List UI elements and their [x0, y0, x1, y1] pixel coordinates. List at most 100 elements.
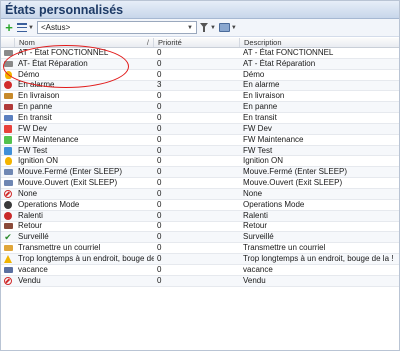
- row-icon-cell: [1, 70, 15, 79]
- row-priority: 0: [157, 243, 162, 253]
- chevron-down-icon: ▼: [28, 24, 34, 31]
- table-row[interactable]: En alarme 3 En alarme: [1, 80, 399, 92]
- table-row[interactable]: FW Test 0 FW Test: [1, 146, 399, 157]
- row-description: AT - État FONCTIONNEL: [243, 47, 334, 57]
- table-row[interactable]: Transmettre un courriel 0 Transmettre un c…: [1, 243, 399, 255]
- row-name: Mouve.Ouvert (Exit SLEEP): [18, 178, 118, 188]
- column-header-name-label: Nom: [19, 38, 35, 47]
- table-row[interactable]: Ralenti 0 Ralenti: [1, 211, 399, 222]
- column-header-priority[interactable]: Priorité: [154, 38, 240, 47]
- row-icon-cell: [1, 81, 15, 90]
- column-header-name[interactable]: Nom /: [15, 38, 154, 47]
- warning-icon: [4, 254, 12, 263]
- row-description: FW Test: [243, 145, 273, 155]
- row-description: En alarme: [243, 80, 280, 90]
- row-description: Ralenti: [243, 210, 268, 220]
- table-row[interactable]: Vendu 0 Vendu: [1, 276, 399, 287]
- row-name: Mouve.Fermé (Enter SLEEP): [18, 167, 123, 177]
- row-name: En livraison: [18, 91, 60, 101]
- square-icon: [4, 135, 12, 144]
- no-entry-icon: [4, 276, 12, 285]
- table-row[interactable]: Ignition ON 0 Ignition ON: [1, 156, 399, 168]
- row-name: None: [18, 188, 38, 198]
- bulb-icon: [4, 157, 12, 166]
- table-row[interactable]: None 0 None: [1, 189, 399, 200]
- row-name: Retour: [18, 221, 43, 231]
- row-name: FW Dev: [18, 123, 47, 133]
- square-icon: [4, 124, 12, 133]
- row-name: Surveillé: [18, 232, 49, 242]
- row-priority: 0: [157, 69, 162, 79]
- truck-icon: [3, 93, 13, 100]
- row-description: Surveillé: [243, 232, 274, 242]
- table-row[interactable]: Démo 0 Démo: [1, 70, 399, 81]
- row-description: Mouve.Fermé (Enter SLEEP): [243, 167, 348, 177]
- table-row[interactable]: En panne 0 En panne: [1, 102, 399, 114]
- custom-states-panel: États personnalisés + ▼ <Astus> ▼ ▼ ▼ No…: [0, 0, 400, 351]
- row-description: En transit: [243, 112, 277, 122]
- slow-icon: [4, 211, 12, 220]
- table-row[interactable]: FW Dev 0 FW Dev: [1, 124, 399, 135]
- row-priority: 0: [157, 253, 162, 263]
- row-priority: 0: [157, 210, 162, 220]
- chevron-down-icon: ▼: [187, 24, 193, 31]
- row-description: vacance: [243, 264, 273, 274]
- table-row[interactable]: Trop longtemps à un endroit, bouge de...…: [1, 254, 399, 265]
- bulb-icon: [4, 70, 12, 79]
- row-priority: 0: [157, 47, 162, 57]
- row-description: Démo: [243, 69, 265, 79]
- row-name: Démo: [18, 69, 40, 79]
- row-icon-cell: [1, 200, 15, 209]
- column-header-description[interactable]: Description: [240, 38, 399, 47]
- table-row[interactable]: En livraison 0 En livraison: [1, 91, 399, 103]
- row-name: En panne: [18, 102, 53, 112]
- row-priority: 0: [157, 134, 162, 144]
- table-row[interactable]: Mouve.Fermé (Enter SLEEP) 0 Mouve.Fermé (E…: [1, 167, 399, 179]
- sort-indicator: /: [146, 38, 149, 47]
- truck-icon: [3, 223, 13, 230]
- filter-button[interactable]: ▼: [199, 21, 216, 35]
- row-name: vacance: [18, 264, 48, 274]
- table-row[interactable]: Retour 0 Retour: [1, 221, 399, 233]
- chevron-down-icon: ▼: [209, 24, 216, 31]
- table-row[interactable]: AT- État Réparation 0 AT - État Réparation: [1, 59, 399, 70]
- row-description: En panne: [243, 102, 278, 112]
- row-description: Mouve.Ouvert (Exit SLEEP): [243, 178, 343, 188]
- row-name: FW Maintenance: [18, 134, 79, 144]
- table-row[interactable]: En transit 0 En transit: [1, 113, 399, 124]
- row-icon-cell: [1, 146, 15, 155]
- row-icon-cell: [1, 180, 15, 187]
- plus-icon: +: [5, 19, 13, 35]
- list-view-button[interactable]: ▼: [17, 21, 34, 35]
- row-description: Vendu: [243, 275, 266, 285]
- truck-icon: [3, 49, 13, 56]
- add-button[interactable]: +: [4, 21, 14, 35]
- row-icon-cell: [1, 169, 15, 176]
- row-priority: 0: [157, 199, 162, 209]
- square-icon: [4, 146, 12, 155]
- grid-header: Nom / Priorité Description: [1, 38, 399, 48]
- truck-icon: [3, 60, 13, 67]
- row-description: FW Dev: [243, 123, 272, 133]
- row-description: AT - État Réparation: [243, 58, 316, 68]
- table-row[interactable]: AT - État FONCTIONNEL 0 AT - État FONCTION…: [1, 48, 399, 59]
- row-icon-cell: [1, 189, 15, 198]
- row-priority: 0: [157, 167, 162, 177]
- truck-icon: [3, 104, 13, 111]
- table-row[interactable]: Mouve.Ouvert (Exit SLEEP) 0 Mouve.Ouvert (…: [1, 178, 399, 189]
- row-name: En transit: [18, 112, 52, 122]
- group-select[interactable]: <Astus> ▼: [36, 21, 197, 34]
- row-icon-cell: [1, 114, 15, 121]
- table-row[interactable]: Operations Mode 0 Operations Mode: [1, 200, 399, 211]
- row-name: FW Test: [18, 145, 48, 155]
- row-icon-cell: [1, 60, 15, 67]
- table-row[interactable]: vacance 0 vacance: [1, 265, 399, 276]
- print-button[interactable]: ▼: [218, 21, 237, 35]
- row-icon-cell: [1, 266, 15, 273]
- row-name: AT - État FONCTIONNEL: [18, 47, 109, 57]
- table-row[interactable]: FW Maintenance 0 FW Maintenance: [1, 135, 399, 146]
- tag-icon: [3, 169, 13, 176]
- row-name: Trop longtemps à un endroit, bouge de...: [18, 253, 154, 263]
- row-description: Trop longtemps à un endroit, bouge de la…: [243, 253, 394, 263]
- table-row[interactable]: ✔ Surveillé 0 Surveillé: [1, 232, 399, 244]
